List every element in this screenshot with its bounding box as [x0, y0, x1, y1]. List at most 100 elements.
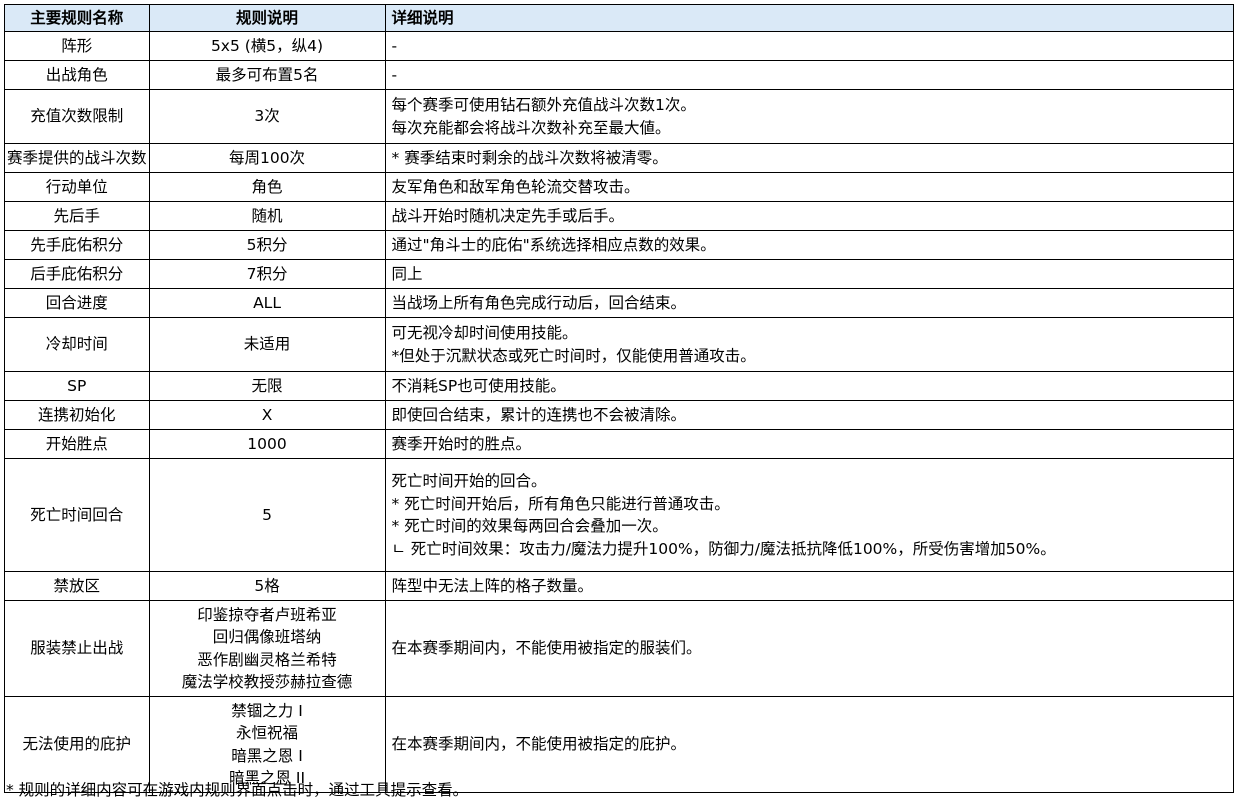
- rule-value-line: 5积分: [246, 235, 288, 254]
- table-row: 赛季提供的战斗次数 每周100次 * 赛季结束时剩余的战斗次数将被清零。: [4, 143, 1234, 173]
- rules-table: 主要规则名称 规则说明 详细说明 阵形 5x5 (横5，纵4) - 出战角色 最多可布置…: [4, 4, 1234, 793]
- rule-name-cell: 阵形: [4, 31, 150, 61]
- header-rule-name: 主要规则名称: [4, 4, 150, 32]
- table-row: 阵形 5x5 (横5，纵4) -: [4, 31, 1234, 61]
- rule-value-line: 随机: [251, 206, 283, 225]
- rule-name-cell: 连携初始化: [4, 400, 150, 430]
- rule-detail-line: * 死亡时间开始后，所有角色只能进行普通攻击。: [391, 494, 730, 513]
- table-row: 出战角色 最多可布置5名 -: [4, 60, 1234, 90]
- rule-value-line: 7积分: [246, 264, 288, 283]
- rule-value-cell: 1000: [148, 429, 386, 459]
- rule-detail-line: 赛季开始时的胜点。: [391, 434, 532, 453]
- rule-value-line: X: [261, 405, 273, 424]
- rule-detail-line: 可无视冷却时间使用技能。: [391, 324, 578, 342]
- rule-value-cell: 3次: [148, 89, 386, 144]
- rule-detail-cell: 在本赛季期间内，不能使用被指定的庇护。: [384, 696, 1234, 793]
- rule-name-cell: 回合进度: [4, 288, 150, 318]
- rule-detail-cell: 死亡时间开始的回合。 * 死亡时间开始后，所有角色只能进行普通攻击。 * 死亡时间的…: [384, 458, 1234, 572]
- header-detail-description: 详细说明: [384, 4, 1234, 32]
- rule-detail-cell: 通过"角斗士的庇佑"系统选择相应点数的效果。: [384, 230, 1234, 260]
- rule-detail-line: 战斗开始时随机决定先手或后手。: [391, 206, 625, 225]
- table-row: 冷却时间 未适用 可无视冷却时间使用技能。 *但处于沉默状态或死亡时间时，仅能使用普通…: [4, 317, 1234, 372]
- rule-value-cell: X: [148, 400, 386, 430]
- rule-value-line: 印鉴掠夺者卢班希亚: [197, 605, 337, 624]
- table-row: 后手庇佑积分 7积分 同上: [4, 259, 1234, 289]
- rule-detail-line: 同上: [391, 264, 423, 283]
- table-header-row: 主要规则名称 规则说明 详细说明: [4, 4, 1234, 32]
- rule-name-cell: 赛季提供的战斗次数: [4, 143, 150, 173]
- rule-detail-cell: -: [384, 60, 1234, 90]
- rule-detail-line: *但处于沉默状态或死亡时间时，仅能使用普通攻击。: [391, 346, 756, 365]
- rule-value-cell: 每周100次: [148, 143, 386, 173]
- rule-value-line: 最多可布置5名: [215, 65, 319, 84]
- rule-value-line: 禁锢之力 I: [231, 701, 303, 720]
- table-row: 充值次数限制 3次 每个赛季可使用钻石额外充值战斗次数1次。 每次充能都会将战斗次数补…: [4, 89, 1234, 144]
- rule-name-cell: 行动单位: [4, 172, 150, 202]
- rule-detail-line: 当战场上所有角色完成行动后，回合结束。: [391, 293, 687, 312]
- rule-value-line: 无限: [251, 376, 283, 395]
- rule-name-cell: 后手庇佑积分: [4, 259, 150, 289]
- rule-detail-line: 阵型中无法上阵的格子数量。: [391, 576, 594, 595]
- rule-value-line: 魔法学校教授莎赫拉查德: [181, 673, 353, 691]
- rule-detail-line: 不消耗SP也可使用技能。: [391, 376, 566, 395]
- rule-value-cell: 5: [148, 458, 386, 572]
- table-row: 连携初始化 X 即使回合结束，累计的连携也不会被清除。: [4, 400, 1234, 430]
- rule-value-line: 恶作剧幽灵格兰希特: [197, 650, 337, 669]
- rule-value-cell: 未适用: [148, 317, 386, 372]
- footnote: * 规则的详细内容可在游戏内规则界面点击时，通过工具提示查看。: [6, 781, 469, 799]
- rule-detail-cell: 赛季开始时的胜点。: [384, 429, 1234, 459]
- rule-detail-cell: 当战场上所有角色完成行动后，回合结束。: [384, 288, 1234, 318]
- rule-detail-line: 友军角色和敌军角色轮流交替攻击。: [391, 177, 640, 196]
- table-row: 先手庇佑积分 5积分 通过"角斗士的庇佑"系统选择相应点数的效果。: [4, 230, 1234, 260]
- table-row: 禁放区 5格 阵型中无法上阵的格子数量。: [4, 571, 1234, 601]
- rule-detail-line: -: [391, 36, 398, 55]
- rule-value-line: 5: [262, 505, 272, 524]
- rule-name-cell: 开始胜点: [4, 429, 150, 459]
- rule-detail-line: * 赛季结束时剩余的战斗次数将被清零。: [391, 148, 668, 167]
- rule-value-line: 5格: [254, 576, 280, 595]
- rules-table-body: 阵形 5x5 (横5，纵4) - 出战角色 最多可布置5名 - 充值次数限制 3次 每个赛季可使…: [4, 31, 1234, 793]
- rule-value-cell: 随机: [148, 201, 386, 231]
- rule-name-cell: 死亡时间回合: [4, 458, 150, 572]
- rule-name-cell: 出战角色: [4, 60, 150, 90]
- rule-detail-cell: 在本赛季期间内，不能使用被指定的服装们。: [384, 600, 1234, 697]
- rule-value-line: 1000: [247, 434, 287, 453]
- rule-detail-cell: 不消耗SP也可使用技能。: [384, 371, 1234, 401]
- rule-value-cell: ALL: [148, 288, 386, 318]
- rule-value-line: 未适用: [243, 335, 291, 354]
- table-row: 死亡时间回合 5 死亡时间开始的回合。 * 死亡时间开始后，所有角色只能进行普通攻击。…: [4, 458, 1234, 572]
- rule-name-cell: 先手庇佑积分: [4, 230, 150, 260]
- rule-value-cell: 最多可布置5名: [148, 60, 386, 90]
- table-row: 开始胜点 1000 赛季开始时的胜点。: [4, 429, 1234, 459]
- rule-detail-cell: 阵型中无法上阵的格子数量。: [384, 571, 1234, 601]
- rule-value-line: 暗黑之恩 I: [231, 746, 303, 765]
- rule-value-cell: 无限: [148, 371, 386, 401]
- rule-name-cell: 先后手: [4, 201, 150, 231]
- rule-detail-cell: 同上: [384, 259, 1234, 289]
- rule-value-line: 每周100次: [228, 148, 306, 167]
- rule-detail-line: 在本赛季期间内，不能使用被指定的服装们。: [391, 639, 702, 658]
- table-row: 先后手 随机 战斗开始时随机决定先手或后手。: [4, 201, 1234, 231]
- rule-detail-cell: * 赛季结束时剩余的战斗次数将被清零。: [384, 143, 1234, 173]
- table-row: 服装禁止出战 印鉴掠夺者卢班希亚 回归偶像班塔纳 恶作剧幽灵格兰希特 魔法学校教授莎赫拉…: [4, 600, 1234, 697]
- rule-detail-line: 每次充能都会将战斗次数补充至最大値。: [391, 118, 671, 137]
- rule-name-cell: 服装禁止出战: [4, 600, 150, 697]
- rule-name-cell: 冷却时间: [4, 317, 150, 372]
- rule-value-line: 3次: [254, 107, 280, 126]
- rule-detail-cell: 友军角色和敌军角色轮流交替攻击。: [384, 172, 1234, 202]
- rule-detail-line: 死亡时间开始的回合。: [391, 472, 547, 490]
- table-row: SP 无限 不消耗SP也可使用技能。: [4, 371, 1234, 401]
- rule-value-line: 角色: [251, 177, 283, 196]
- rule-detail-cell: 战斗开始时随机决定先手或后手。: [384, 201, 1234, 231]
- rule-detail-cell: 可无视冷却时间使用技能。 *但处于沉默状态或死亡时间时，仅能使用普通攻击。: [384, 317, 1234, 372]
- rule-value-line: 5x5 (横5，纵4): [210, 36, 324, 55]
- rule-detail-line: 在本赛季期间内，不能使用被指定的庇护。: [391, 735, 687, 754]
- rule-detail-line: 每个赛季可使用钻石额外充值战斗次数1次。: [391, 96, 696, 114]
- rule-value-cell: 5积分: [148, 230, 386, 260]
- rule-detail-line: * 死亡时间的效果每两回合会叠加一次。: [391, 517, 668, 535]
- rule-value-cell: 5x5 (横5，纵4): [148, 31, 386, 61]
- rule-value-cell: 角色: [148, 172, 386, 202]
- rule-detail-line: -: [391, 65, 398, 84]
- rule-name-cell: 充值次数限制: [4, 89, 150, 144]
- rule-value-line: ALL: [253, 293, 281, 312]
